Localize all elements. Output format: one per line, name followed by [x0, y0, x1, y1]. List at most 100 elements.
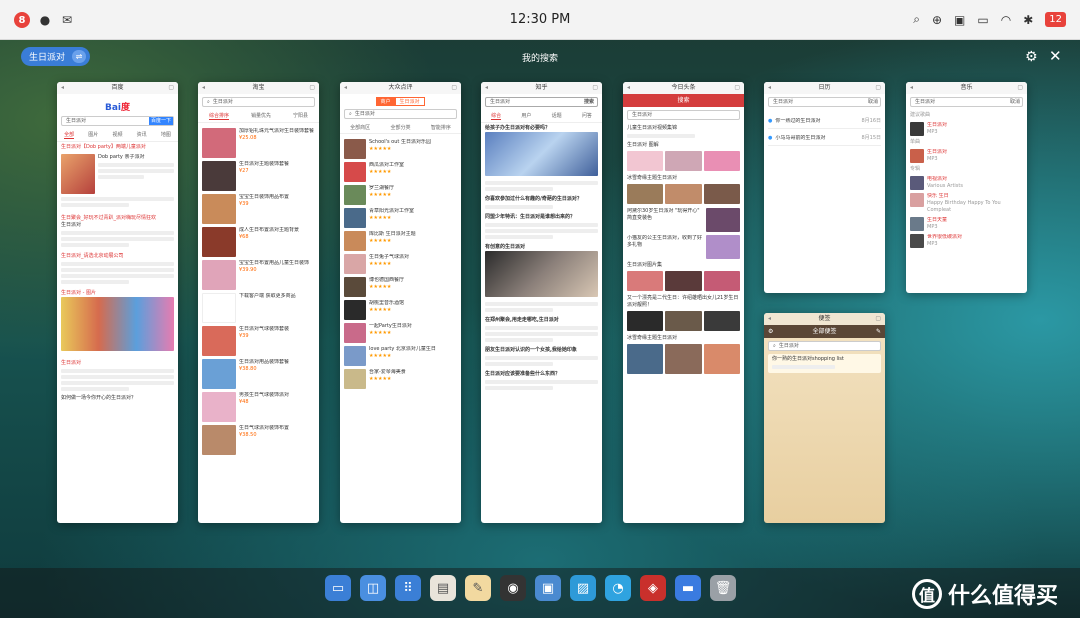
screen-icon[interactable]: ▭: [325, 575, 351, 601]
card-icon[interactable]: ▤: [430, 575, 456, 601]
note-item[interactable]: 你一熟的生日派对shopping list: [772, 356, 877, 363]
result-title[interactable]: 生日聚会_好玩不过青趴_派对嗨玩尽情狂欢: [61, 215, 174, 222]
search-input[interactable]: 生日派对: [490, 98, 510, 106]
search-button[interactable]: 搜索: [584, 98, 597, 106]
question-title[interactable]: 有创意的生日派对: [485, 244, 598, 251]
tab-map[interactable]: 地图: [161, 131, 171, 139]
result-title[interactable]: 生日派对【Dob party】两端儿童派对: [61, 144, 174, 151]
song-item[interactable]: 生日派对 MP3: [910, 149, 1023, 163]
merchant-item[interactable]: 生日兔子气球派对 ★★★★★: [344, 254, 457, 274]
tab-all[interactable]: 全部: [64, 131, 75, 139]
cancel-button[interactable]: 取消: [868, 98, 880, 106]
tab-users[interactable]: 用户: [521, 112, 531, 120]
event-item[interactable]: 小马马哥前的生日派对: [775, 135, 858, 142]
sort-location[interactable]: 宁阳县: [293, 112, 308, 120]
tab-images[interactable]: 图片: [88, 131, 98, 139]
preview-icon[interactable]: ▨: [570, 575, 596, 601]
tab-qa[interactable]: 问答: [582, 112, 592, 120]
result-title[interactable]: 生日派对_请选北京动展公司: [61, 253, 174, 260]
card-baidu[interactable]: ◂ 百度 ▢ Bai度 生日派对 百度一下 全部 图片 视频 资讯 地图 生日派对【Dob p…: [57, 82, 178, 523]
product-item[interactable]: 男孩生日气球装饰派对 ¥48: [202, 392, 315, 422]
article-title[interactable]: 又一个漂亮是二代生日：许绍雄晒出女儿21岁生日派对靓照！: [627, 295, 740, 309]
question-title[interactable]: 同盟少年特讯：生日派对是谁想出来的？: [485, 214, 598, 221]
product-item[interactable]: 下载客户端 获取更多商品: [202, 293, 315, 323]
result-title[interactable]: 生日派对 - 图片: [61, 290, 174, 297]
article-title[interactable]: 阿黛尔30岁生日派对 "玩得开心" 简直变装色: [627, 208, 703, 222]
search-input[interactable]: 生日派对: [779, 342, 799, 350]
merchant-item[interactable]: 罗兰湖餐厅 ★★★★★: [344, 185, 457, 205]
merchant-item[interactable]: 青草阳光派对工作室 ★★★★★: [344, 208, 457, 228]
gear-icon[interactable]: ⚙: [1025, 49, 1038, 65]
product-item[interactable]: 宝宝生日装饰用品布置 ¥39: [202, 194, 315, 224]
search-input[interactable]: 生日派对: [915, 98, 935, 106]
card-zhihu[interactable]: ◂ 知乎 ▢ 生日派对 搜索 综合 用户 话题 问答 给孩子办生日派对有必要吗？ 你喜欢参加…: [481, 82, 602, 523]
multitask-icon[interactable]: ▣: [954, 13, 965, 27]
song-item[interactable]: 世界很低碳派对 MP3: [910, 234, 1023, 248]
sort-sales[interactable]: 销量优先: [251, 112, 271, 120]
song-item[interactable]: 生日天童 MP3: [910, 217, 1023, 231]
search-input[interactable]: 生日派对: [66, 117, 86, 125]
search-input[interactable]: 生日派对: [773, 98, 793, 106]
sort-default[interactable]: 综合排序: [208, 112, 229, 120]
article-title[interactable]: 生日派对 图解: [627, 142, 740, 149]
tab-topics[interactable]: 话题: [552, 112, 562, 120]
tab-general[interactable]: 综合: [491, 112, 502, 120]
card-music[interactable]: ◂ 音乐 ▢ 生日派对 取消 建议歌曲 生日派对 MP3 单曲 生日派对 MP3 专辑 电视派对 V…: [906, 82, 1027, 293]
question-title[interactable]: 在郑州聚会,用走走哪吃,生日派对: [485, 317, 598, 324]
browser-icon[interactable]: ◔: [605, 575, 631, 601]
event-item[interactable]: 你一熟过的生日派对: [775, 118, 858, 125]
song-item[interactable]: 电视派对 Various Artists: [910, 176, 1023, 190]
cancel-button[interactable]: 取消: [1010, 98, 1022, 106]
music-icon[interactable]: ◉: [500, 575, 526, 601]
filter-area[interactable]: 全部商区: [350, 124, 370, 131]
merchant-item[interactable]: 西瓜派对工作室 ★★★★★: [344, 162, 457, 182]
merchant-item[interactable]: 库比斯 生日派对主题 ★★★★★: [344, 231, 457, 251]
red-app-icon[interactable]: ◈: [640, 575, 666, 601]
search-input[interactable]: 生日派对: [632, 111, 652, 119]
question-title[interactable]: 朋友生日派对认识的一个女孩,我给她印象: [485, 347, 598, 354]
merchant-item[interactable]: love party 北京派对儿童生日 ★★★★★: [344, 346, 457, 366]
search-button[interactable]: 百度一下: [148, 117, 173, 125]
card-calendar[interactable]: ◂ 日历 ▢ 生日派对 取消 ● 你一熟过的生日派对 8月16日 ● 小马马哥前的生日派对 8…: [764, 82, 885, 293]
merchant-item[interactable]: 吾家-爱琴海美食 ★★★★★: [344, 369, 457, 389]
search-input[interactable]: 生日派对: [213, 98, 233, 106]
article-title[interactable]: 儿童生日派对视频集锦: [627, 125, 740, 132]
zoom-icon[interactable]: ⊕: [932, 13, 942, 27]
filter-sort[interactable]: 智能排序: [431, 124, 451, 131]
song-item[interactable]: 生日派对 MP3: [910, 122, 1023, 136]
search-input[interactable]: 生日派对: [355, 110, 375, 118]
tab-merchants[interactable]: 商户: [376, 97, 395, 106]
merchant-item[interactable]: 胡桃里音乐酒馆 ★★★★★: [344, 300, 457, 320]
compose-icon[interactable]: ✎: [876, 325, 881, 338]
messages-icon[interactable]: ▬: [675, 575, 701, 601]
song-item[interactable]: 快乐 生日 Happy Birthday Happy To You Complea…: [910, 193, 1023, 214]
merchant-item[interactable]: 一起Party生日派对 ★★★★★: [344, 323, 457, 343]
article-title[interactable]: 冰雪奇缘主题生日派对: [627, 335, 740, 342]
product-item[interactable]: 生日气球派对装饰布置 ¥38.50: [202, 425, 315, 455]
product-item[interactable]: 生日派对主题装饰套餐 ¥27: [202, 161, 315, 191]
article-title[interactable]: 冰雪奇缘主题生日派对: [627, 175, 740, 182]
filter-category[interactable]: 全部分类: [390, 124, 410, 131]
merchant-item[interactable]: School's out 生日派对乐园 ★★★★★: [344, 139, 457, 159]
trash-icon[interactable]: 🗑: [710, 575, 736, 601]
product-item[interactable]: 生日派对气球装饰套装 ¥39: [202, 326, 315, 356]
product-item[interactable]: 生日派对用品装饰套餐 ¥38.80: [202, 359, 315, 389]
product-item[interactable]: 宝宝生日布置用品儿童生日装饰 ¥39.90: [202, 260, 315, 290]
card-taobao[interactable]: ◂ 淘宝 ▢ ⌕ 生日派对 综合排序 销量优先 宁阳县 加厚铝礼珠元气派对生日装饰套餐 ¥2…: [198, 82, 319, 523]
tab-news[interactable]: 资讯: [137, 131, 147, 139]
toggle-icon[interactable]: ▭: [977, 13, 988, 27]
card-notes[interactable]: ◂ 便签 ▢ 全部便签 ⚙ ✎ ⌕ 生日派对 你一熟的生日派对shopping lis…: [764, 313, 885, 523]
article-title[interactable]: 小猫友的公主生日派对，收到了好多礼物: [627, 235, 703, 249]
pencil-icon[interactable]: ✎: [465, 575, 491, 601]
notes-app-icon[interactable]: ◫: [360, 575, 386, 601]
grid-icon[interactable]: ⠿: [395, 575, 421, 601]
result-title[interactable]: 生日派对: [61, 360, 174, 367]
question-title[interactable]: 生日派对应该要准备些什么东西？: [485, 371, 598, 378]
tab-video[interactable]: 视频: [112, 131, 122, 139]
question-title[interactable]: 你喜欢参加过什么有趣的/奇葩的生日派对？: [485, 196, 598, 203]
merchant-item[interactable]: 博也德国西餐厅 ★★★★★: [344, 277, 457, 297]
card-dianping[interactable]: ◂ 大众点评 ▢ 商户 生日派对 ⌕ 生日派对 全部商区 全部分类 智能排序 School…: [340, 82, 461, 523]
result-title[interactable]: 如何做一场今你开心的生日派对？: [61, 395, 174, 402]
tab-query[interactable]: 生日派对: [394, 97, 425, 106]
settings-icon[interactable]: ⚙: [768, 325, 773, 338]
